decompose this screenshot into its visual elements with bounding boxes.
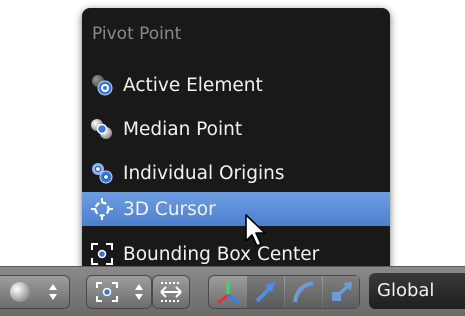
rotate-manipulator-button[interactable] xyxy=(285,276,322,308)
menu-item-label: 3D Cursor xyxy=(123,198,216,220)
transform-orientation-dropdown[interactable]: Global xyxy=(369,273,465,309)
pivot-point-menu: Pivot Point Active Element Median Point … xyxy=(82,8,390,271)
menu-item-active-element[interactable]: Active Element xyxy=(82,65,390,105)
menu-title: Pivot Point xyxy=(92,24,182,44)
active-element-icon xyxy=(90,73,114,97)
up-down-arrows-icon xyxy=(135,284,143,300)
snap-toggle-button[interactable] xyxy=(152,275,190,309)
pivot-point-dropdown[interactable] xyxy=(86,275,152,309)
transform-orientation-value: Global xyxy=(377,280,435,301)
3d-cursor-icon xyxy=(90,197,114,221)
menu-item-label: Individual Origins xyxy=(123,162,285,184)
rotate-arc-icon xyxy=(293,281,314,303)
menu-item-3d-cursor[interactable]: 3D Cursor xyxy=(82,192,390,226)
axis-manipulator-button[interactable] xyxy=(209,276,246,308)
translate-arrow-icon xyxy=(255,282,275,303)
menu-item-label: Median Point xyxy=(123,118,243,140)
menu-item-individual-origins[interactable]: Individual Origins xyxy=(82,153,390,193)
scale-arrow-icon xyxy=(332,282,352,301)
axis-manipulator-icon xyxy=(217,281,240,305)
sphere-icon xyxy=(10,282,30,302)
menu-item-label: Active Element xyxy=(123,74,263,96)
bounding-box-center-icon xyxy=(96,282,118,302)
dotted-arrows-icon xyxy=(160,282,182,302)
bounding-box-center-icon xyxy=(90,242,114,266)
translate-manipulator-button[interactable] xyxy=(247,276,284,308)
scale-manipulator-button[interactable] xyxy=(323,276,359,308)
individual-origins-icon xyxy=(90,161,114,185)
mouse-pointer-icon xyxy=(244,213,270,249)
up-down-arrows-icon xyxy=(49,284,57,300)
median-point-icon xyxy=(90,117,114,141)
menu-item-median-point[interactable]: Median Point xyxy=(82,109,390,149)
header-bar: Global xyxy=(0,266,465,316)
viewport-shading-dropdown[interactable] xyxy=(0,275,70,309)
menu-item-label: Bounding Box Center xyxy=(123,243,320,265)
manipulator-group xyxy=(208,275,360,309)
